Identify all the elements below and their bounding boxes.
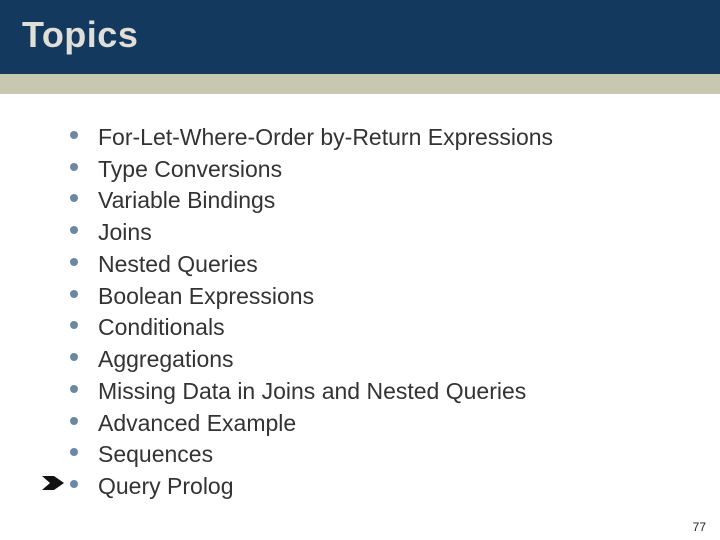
list-item: Advanced Example [70, 408, 640, 440]
list-item: Aggregations [70, 344, 640, 376]
bullet-dot-icon [70, 258, 78, 266]
list-item-text: Sequences [98, 441, 213, 467]
list-item-text: Missing Data in Joins and Nested Queries [98, 378, 526, 404]
list-item: Joins [70, 217, 640, 249]
list-item: Type Conversions [70, 154, 640, 186]
list-item: Nested Queries [70, 249, 640, 281]
page-title: Topics [22, 14, 720, 56]
list-item-text: Type Conversions [98, 156, 282, 182]
bullet-dot-icon [70, 131, 78, 139]
list-item: Query Prolog [70, 471, 640, 503]
list-item-text: Nested Queries [98, 251, 258, 277]
bullet-dot-icon [70, 194, 78, 202]
bullet-dot-icon [70, 385, 78, 393]
bullet-dot-icon [70, 417, 78, 425]
bullet-dot-icon [70, 226, 78, 234]
list-item-text: Advanced Example [98, 410, 296, 436]
list-item-text: Conditionals [98, 314, 225, 340]
list-item-text: For-Let-Where-Order by-Return Expression… [98, 124, 553, 150]
bullet-list: For-Let-Where-Order by-Return Expression… [70, 122, 640, 503]
bullet-dot-icon [70, 353, 78, 361]
list-item: Conditionals [70, 312, 640, 344]
list-item: Missing Data in Joins and Nested Queries [70, 376, 640, 408]
list-item: Variable Bindings [70, 185, 640, 217]
bullet-dot-icon [70, 448, 78, 456]
accent-band [0, 74, 720, 94]
bullet-dot-icon [70, 321, 78, 329]
list-item: Boolean Expressions [70, 281, 640, 313]
list-item-text: Joins [98, 219, 152, 245]
list-item-text: Aggregations [98, 346, 234, 372]
bullet-dot-icon [70, 290, 78, 298]
title-band: Topics [0, 0, 720, 74]
list-item: For-Let-Where-Order by-Return Expression… [70, 122, 640, 154]
list-item-text: Query Prolog [98, 473, 234, 499]
bullet-dot-icon [70, 480, 78, 488]
body-area: For-Let-Where-Order by-Return Expression… [0, 94, 640, 503]
list-item: Sequences [70, 439, 640, 471]
bullet-dot-icon [70, 163, 78, 171]
list-item-text: Boolean Expressions [98, 283, 314, 309]
page-number: 77 [693, 520, 706, 534]
list-item-text: Variable Bindings [98, 187, 275, 213]
